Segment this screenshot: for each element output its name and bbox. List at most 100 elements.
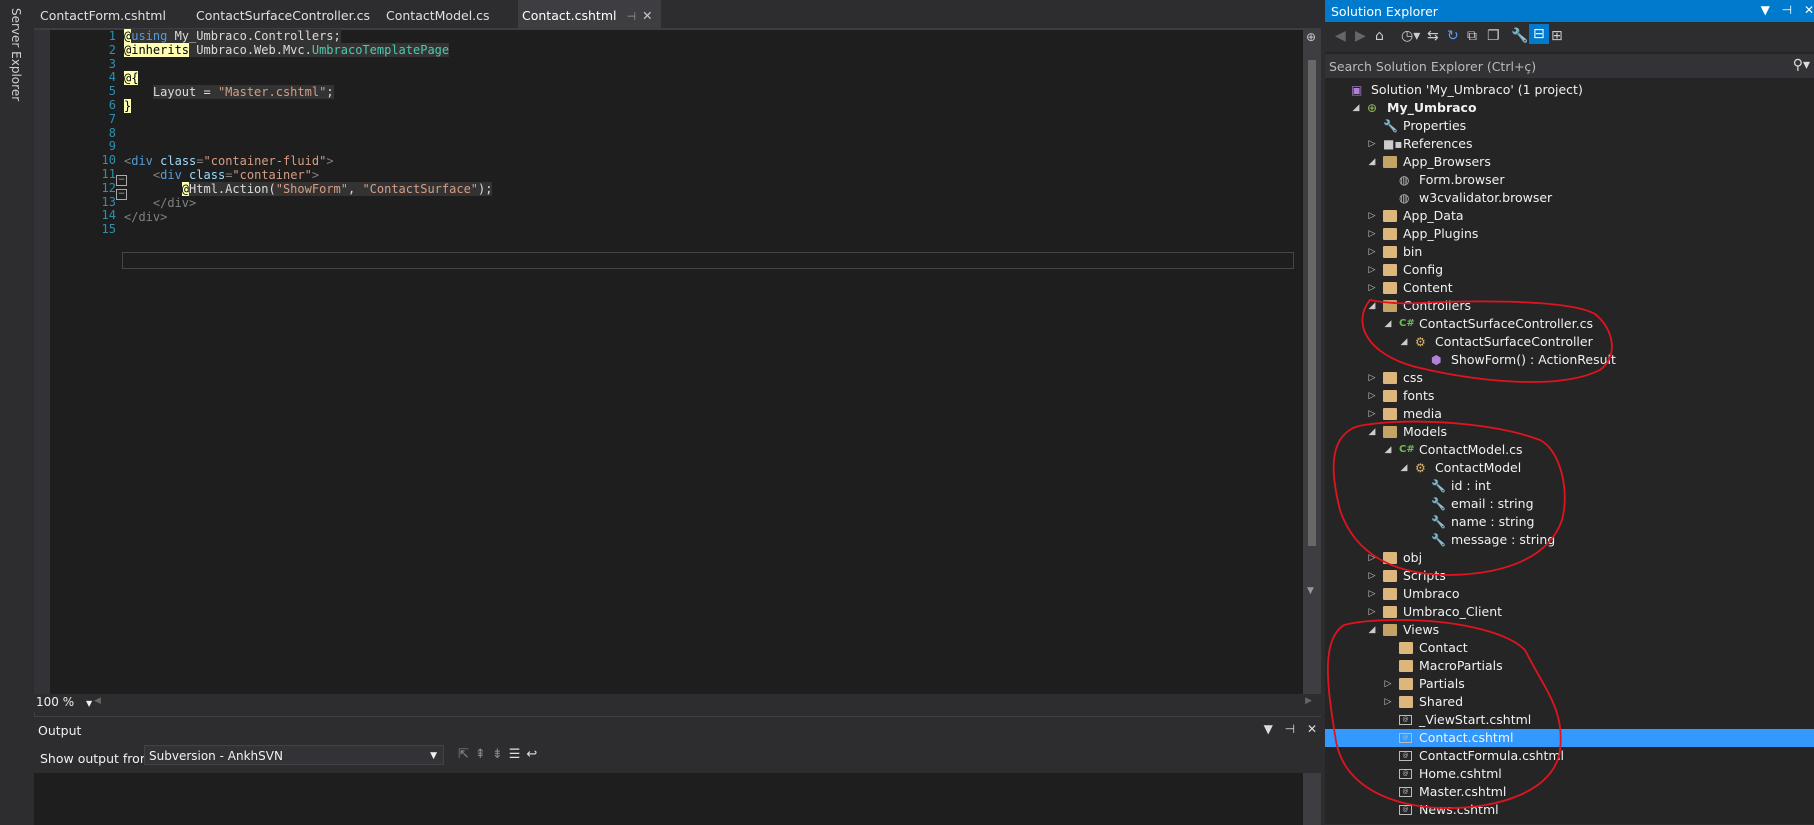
collapse-arrow-icon[interactable]: ◢ <box>1383 441 1393 459</box>
expand-arrow-icon[interactable]: ▷ <box>1367 243 1377 261</box>
tree-item[interactable]: ▷ Scripts <box>1325 567 1814 585</box>
next-message-icon[interactable]: ⇟ <box>492 747 509 762</box>
tree-item[interactable]: 🔧 Properties <box>1325 117 1814 135</box>
forward-icon[interactable]: ▶ <box>1355 28 1366 44</box>
tree-item[interactable]: 🔧 id : int <box>1325 477 1814 495</box>
tree-item[interactable]: MacroPartials <box>1325 657 1814 675</box>
split-icon[interactable]: ⊕ <box>1306 30 1316 44</box>
tree-item[interactable]: ◢ ⚙ ContactModel <box>1325 459 1814 477</box>
close-icon[interactable]: ✕ <box>642 8 652 23</box>
collapse-arrow-icon[interactable]: ◢ <box>1383 315 1393 333</box>
tree-item[interactable]: ◢ ⊕ My_Umbraco <box>1325 99 1814 117</box>
tree-item[interactable]: @ _ViewStart.cshtml <box>1325 711 1814 729</box>
tree-item[interactable]: ▷ obj <box>1325 549 1814 567</box>
pin-icon[interactable]: ⊣ <box>626 10 636 23</box>
expand-arrow-icon[interactable]: ▷ <box>1367 369 1377 387</box>
editor-horizontal-scrollbar[interactable]: ◀ ▶ <box>94 696 1312 708</box>
expand-arrow-icon[interactable]: ▷ <box>1367 585 1377 603</box>
collapse-arrow-icon[interactable]: ◢ <box>1367 153 1377 171</box>
tree-item[interactable]: ◢ ⚙ ContactSurfaceController <box>1325 333 1814 351</box>
tree-item[interactable]: ▷ bin <box>1325 243 1814 261</box>
expand-arrow-icon[interactable]: ▷ <box>1367 549 1377 567</box>
scroll-left-icon[interactable]: ◀ <box>94 696 101 706</box>
zoom-level[interactable]: 100 % ▼ <box>36 695 92 709</box>
scroll-right-icon[interactable]: ▶ <box>1305 696 1312 706</box>
collapse-arrow-icon[interactable]: ◢ <box>1367 297 1377 315</box>
scroll-down-icon[interactable]: ▼ <box>1307 586 1314 596</box>
tab-contactform[interactable]: ContactForm.cshtml <box>36 0 170 28</box>
tree-item[interactable]: @ Contact.cshtml <box>1325 729 1814 747</box>
expand-arrow-icon[interactable]: ▷ <box>1383 693 1393 711</box>
collapse-arrow-icon[interactable]: ◢ <box>1399 333 1409 351</box>
dropdown-icon[interactable]: ▼ <box>1264 722 1273 736</box>
expand-arrow-icon[interactable]: ▷ <box>1367 405 1377 423</box>
prev-message-icon[interactable]: ⇞ <box>475 747 492 762</box>
tree-item[interactable]: 🔧 name : string <box>1325 513 1814 531</box>
expand-arrow-icon[interactable]: ▷ <box>1367 387 1377 405</box>
tab-contactmodel[interactable]: ContactModel.cs <box>382 0 494 28</box>
tree-item[interactable]: ▷ media <box>1325 405 1814 423</box>
server-explorer-tab[interactable]: Server Explorer <box>9 8 23 101</box>
expand-arrow-icon[interactable]: ▷ <box>1367 225 1377 243</box>
code-editor[interactable]: 1 2 3 4 5 6 7 8 9 10 11 12 13 14 15 − − @using My_Umbr… <box>34 28 1321 696</box>
properties-icon[interactable]: 🔧 <box>1511 28 1528 44</box>
home-icon[interactable]: ⌂ <box>1375 28 1384 44</box>
tree-item[interactable]: ◢ C# ContactModel.cs <box>1325 441 1814 459</box>
collapse-all-icon[interactable]: ⧉ <box>1467 28 1477 44</box>
tree-item[interactable]: Contact <box>1325 639 1814 657</box>
preview-icon[interactable]: ⊟ <box>1529 24 1549 44</box>
tree-item[interactable]: ◢ Models <box>1325 423 1814 441</box>
tree-item[interactable]: ◍ Form.browser <box>1325 171 1814 189</box>
tree-item[interactable]: @ News.cshtml <box>1325 801 1814 819</box>
clear-all-icon[interactable]: ☰ <box>509 747 527 762</box>
tree-item[interactable]: ▷ ■▪ References <box>1325 135 1814 153</box>
tree-item[interactable]: @ Home.cshtml <box>1325 765 1814 783</box>
tree-item[interactable]: ▷ Shared <box>1325 693 1814 711</box>
tree-item[interactable]: @ ContactFormula.cshtml <box>1325 747 1814 765</box>
tree-item[interactable]: ◢ Controllers <box>1325 297 1814 315</box>
show-all-files-icon[interactable]: ❐ <box>1487 28 1500 44</box>
tree-item[interactable]: ▣ Solution 'My_Umbraco' (1 project) <box>1325 81 1814 99</box>
collapse-arrow-icon[interactable]: ◢ <box>1399 459 1409 477</box>
refresh-icon[interactable]: ↻ <box>1447 28 1459 44</box>
pin-icon[interactable]: ⊣ <box>1782 3 1792 17</box>
expand-arrow-icon[interactable]: ▷ <box>1367 279 1377 297</box>
expand-arrow-icon[interactable]: ▷ <box>1367 261 1377 279</box>
expand-arrow-icon[interactable]: ▷ <box>1367 603 1377 621</box>
find-message-icon[interactable]: ⇱ <box>458 747 475 762</box>
expand-arrow-icon[interactable]: ▷ <box>1367 135 1377 153</box>
tree-item[interactable]: ▷ Umbraco <box>1325 585 1814 603</box>
collapse-arrow-icon[interactable]: ◢ <box>1367 621 1377 639</box>
output-text-area[interactable] <box>34 773 1303 825</box>
close-icon[interactable]: ✕ <box>1804 3 1814 17</box>
dropdown-icon[interactable]: ▼ <box>1761 3 1770 17</box>
tree-item[interactable]: ▷ App_Plugins <box>1325 225 1814 243</box>
tree-item[interactable]: ⬢ ShowForm() : ActionResult <box>1325 351 1814 369</box>
tab-contact-active[interactable]: Contact.cshtml ⊣ ✕ <box>518 0 661 28</box>
back-icon[interactable]: ◀ <box>1335 28 1346 44</box>
collapse-arrow-icon[interactable]: ◢ <box>1367 423 1377 441</box>
scrollbar-thumb[interactable] <box>1308 60 1316 546</box>
tree-item[interactable]: ◢ C# ContactSurfaceController.cs <box>1325 315 1814 333</box>
close-icon[interactable]: ✕ <box>1307 722 1317 736</box>
tree-item[interactable]: ▷ Content <box>1325 279 1814 297</box>
solution-search-input[interactable]: Search Solution Explorer (Ctrl+ç) ⚲▾ <box>1325 54 1814 78</box>
tree-item[interactable]: ▷ Partials <box>1325 675 1814 693</box>
collapse-arrow-icon[interactable]: ◢ <box>1351 99 1361 117</box>
tree-item[interactable]: ▷ Umbraco_Client <box>1325 603 1814 621</box>
word-wrap-icon[interactable]: ↩ <box>526 747 543 762</box>
expand-arrow-icon[interactable]: ▷ <box>1367 207 1377 225</box>
tree-item[interactable]: ◢ App_Browsers <box>1325 153 1814 171</box>
tree-item[interactable]: ▷ App_Data <box>1325 207 1814 225</box>
expand-arrow-icon[interactable]: ▷ <box>1367 567 1377 585</box>
tree-item[interactable]: ▷ css <box>1325 369 1814 387</box>
expand-arrow-icon[interactable]: ▷ <box>1383 675 1393 693</box>
tree-item[interactable]: 🔧 message : string <box>1325 531 1814 549</box>
pin-icon[interactable]: ⊣ <box>1285 722 1295 736</box>
output-vertical-scrollbar[interactable] <box>1303 773 1321 825</box>
tree-item[interactable]: ◢ Views <box>1325 621 1814 639</box>
tree-item[interactable]: ◍ w3cvalidator.browser <box>1325 189 1814 207</box>
tree-item[interactable]: @ Master.cshtml <box>1325 783 1814 801</box>
tab-contactsurfacecontroller[interactable]: ContactSurfaceController.cs <box>192 0 374 28</box>
editor-vertical-scrollbar[interactable]: ⊕ ▼ <box>1303 30 1321 696</box>
